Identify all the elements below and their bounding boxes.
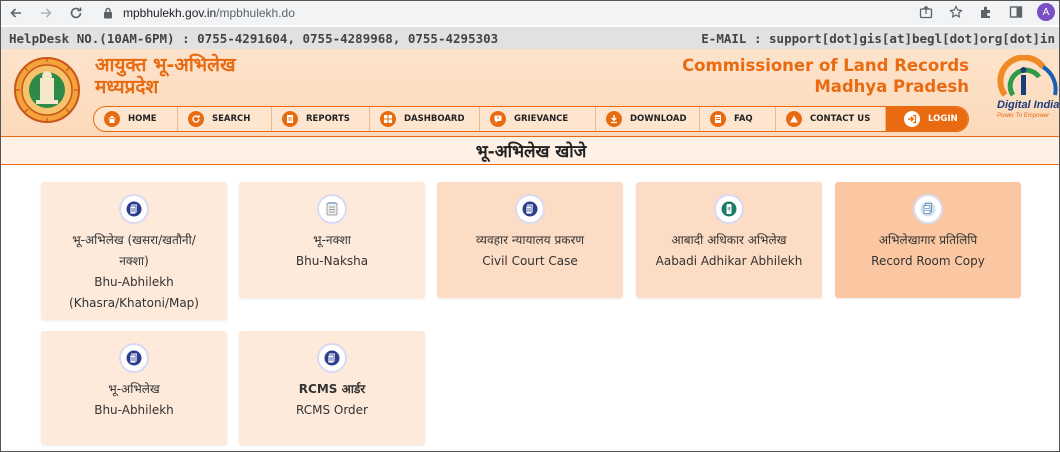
tile-english-label: Bhu-Abhilekh	[94, 275, 174, 289]
nav-login[interactable]: LOGIN	[886, 107, 968, 131]
nav-grievance[interactable]: GRIEVANCE	[480, 107, 596, 131]
helpdesk-numbers: HelpDesk NO.(10AM-6PM) : 0755-4291604, 0…	[9, 30, 499, 46]
helpdesk-email: E-MAIL : support[dot]gis[at]begl[dot]org…	[701, 30, 1055, 46]
grid-icon	[380, 111, 396, 127]
page-title: भू-अभिलेख खोजे	[1, 136, 1059, 165]
tile-rcms-order[interactable]: RCMS आर्डर RCMS Order	[239, 331, 425, 445]
tile-english-label: Bhu-Abhilekh	[94, 403, 174, 417]
tile-english-label: RCMS Order	[295, 403, 368, 417]
nav-login-label: LOGIN	[928, 114, 958, 124]
nav-reports[interactable]: REPORTS	[272, 107, 370, 131]
nav-search-label: SEARCH	[212, 114, 251, 124]
tile-hindi-label-cont: नक्शा)	[119, 254, 149, 268]
main-nav-menu: HOME SEARCH REPORTS DASHBOARD GRIEVANCE …	[93, 106, 969, 132]
nav-faq-label: FAQ	[734, 114, 753, 124]
english-site-title: Commissioner of Land Records Madhya Prad…	[682, 55, 969, 97]
nav-home[interactable]: HOME	[94, 107, 178, 131]
tile-bhu-naksha[interactable]: भू-नक्शा Bhu-Naksha	[239, 182, 425, 298]
tile-hindi-label: भू-अभिलेख	[108, 382, 160, 396]
browser-actions: A	[917, 2, 1055, 22]
helpdesk-bar: HelpDesk NO.(10AM-6PM) : 0755-4291604, 0…	[1, 27, 1059, 49]
bookmark-star-icon[interactable]	[947, 2, 965, 22]
tile-hindi-label: RCMS आर्डर	[298, 382, 366, 396]
tile-hindi-label: आबादी अधिकार अभिलेख	[671, 233, 787, 247]
browser-toolbar: mpbhulekh.gov.in/mpbhulekh.do A	[1, 1, 1059, 25]
tile-bhu-abhilekh-khasra[interactable]: भू-अभिलेख (खसरा/खतौनी/ नक्शा) Bhu-Abhile…	[41, 182, 227, 320]
tile-record-room-copy[interactable]: अभिलेखागार प्रतिलिपि Record Room Copy	[835, 182, 1021, 298]
list-icon	[710, 111, 726, 127]
tile-hindi-label: भू-अभिलेख (खसरा/खतौनी/	[72, 233, 196, 247]
english-title-line2: Madhya Pradesh	[814, 77, 969, 96]
browser-window: mpbhulekh.gov.in/mpbhulekh.do A HelpDesk…	[0, 0, 1060, 452]
hindi-site-title: आयुक्त भू-अभिलेख मध्यप्रदेश	[95, 54, 236, 98]
hindi-title-line1: आयुक्त भू-अभिलेख	[95, 54, 236, 76]
nav-grievance-label: GRIEVANCE	[514, 114, 569, 124]
download-icon	[606, 111, 622, 127]
digital-india-mark-icon	[997, 55, 1058, 97]
digital-india-logo[interactable]: Digital India Power To Empower	[997, 55, 1060, 129]
tile-bhu-abhilekh[interactable]: भू-अभिलेख Bhu-Abhilekh	[41, 331, 227, 445]
refresh-icon	[188, 111, 204, 127]
document-icon	[515, 194, 545, 224]
nav-download[interactable]: DOWNLOAD	[596, 107, 700, 131]
side-panel-icon[interactable]	[1007, 2, 1025, 22]
notepad-icon	[317, 194, 347, 224]
hindi-title-line2: मध्यप्रदेश	[95, 76, 159, 98]
url-host: mpbhulekh.gov.in	[123, 6, 217, 20]
address-bar[interactable]: mpbhulekh.gov.in/mpbhulekh.do	[101, 3, 701, 23]
nav-faq[interactable]: FAQ	[700, 107, 776, 131]
login-icon	[904, 111, 920, 127]
svg-text:₹: ₹	[727, 207, 731, 214]
digital-india-tagline: Power To Empower	[997, 113, 1050, 119]
english-title-line1: Commissioner of Land Records	[682, 56, 969, 75]
mp-emblem-logo[interactable]	[13, 54, 81, 126]
profile-avatar[interactable]: A	[1037, 3, 1055, 21]
document-icon	[119, 194, 149, 224]
copy-icon	[913, 194, 943, 224]
triangle-icon	[786, 111, 802, 127]
tile-hindi-label: भू-नक्शा	[313, 233, 351, 247]
document-icon	[317, 343, 347, 373]
alert-icon	[490, 111, 506, 127]
nav-dashboard-label: DASHBOARD	[404, 114, 465, 124]
forward-icon[interactable]	[35, 2, 57, 24]
tile-hindi-label: व्यवहार न्यायालय प्रकरण	[475, 233, 585, 247]
home-icon	[104, 111, 120, 127]
extensions-icon[interactable]	[977, 2, 995, 22]
tile-english-label: Bhu-Naksha	[295, 254, 369, 268]
nav-dashboard[interactable]: DASHBOARD	[370, 107, 480, 131]
tile-english-label-cont: (Khasra/Khatoni/Map)	[69, 296, 199, 310]
tile-english-label: Civil Court Case	[482, 254, 578, 268]
back-icon[interactable]	[5, 2, 27, 24]
url-path: /mpbhulekh.do	[216, 6, 295, 20]
money-icon: ₹	[714, 194, 744, 224]
nav-download-label: DOWNLOAD	[630, 114, 687, 124]
nav-contact-us-label: CONTACT US	[810, 114, 871, 124]
tile-civil-court-case[interactable]: व्यवहार न्यायालय प्रकरण Civil Court Case	[437, 182, 623, 298]
tile-aabadi-adhikar-abhilekh[interactable]: ₹ आबादी अधिकार अभिलेख Aabadi Adhikar Abh…	[636, 182, 822, 298]
nav-search[interactable]: SEARCH	[178, 107, 272, 131]
tile-english-label: Aabadi Adhikar Abhilekh	[655, 254, 803, 268]
tile-hindi-label: अभिलेखागार प्रतिलिपि	[878, 233, 978, 247]
share-icon[interactable]	[917, 2, 935, 22]
site-header: आयुक्त भू-अभिलेख मध्यप्रदेश Commissioner…	[1, 49, 1060, 136]
document-icon	[119, 343, 149, 373]
digital-india-text: Digital India	[997, 99, 1060, 111]
document-icon	[282, 111, 298, 127]
nav-contact-us[interactable]: CONTACT US	[776, 107, 886, 131]
lock-icon	[101, 6, 115, 20]
tile-english-label: Record Room Copy	[871, 254, 985, 268]
reload-icon[interactable]	[65, 2, 87, 24]
nav-home-label: HOME	[128, 114, 157, 124]
nav-reports-label: REPORTS	[306, 114, 350, 124]
